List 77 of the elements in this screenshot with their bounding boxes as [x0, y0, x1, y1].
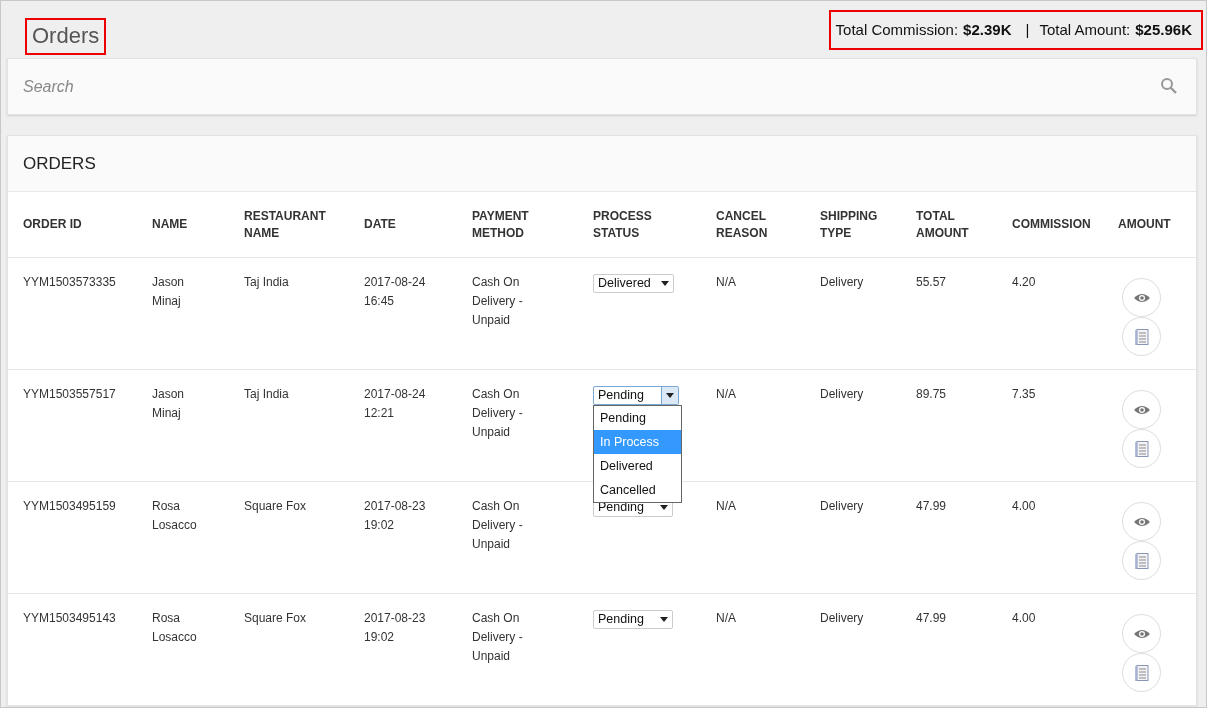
table-cell-text: 2017-08-23 19:02: [364, 610, 427, 646]
table-cell-text: Rosa Losacco: [152, 610, 198, 646]
eye-icon: [1133, 404, 1150, 415]
table-cell-text: Jason Minaj: [152, 386, 186, 422]
table-cell-text: 2017-08-23 19:02: [364, 498, 427, 534]
table-cell-text: N/A: [716, 498, 737, 515]
table-cell-text: Taj India: [244, 386, 290, 403]
table-cell-text: YYM1503495143: [23, 610, 117, 627]
view-button[interactable]: [1122, 278, 1161, 317]
caret-icon: [660, 281, 669, 286]
amount-value: $25.96K: [1135, 20, 1192, 39]
column-header: AMOUNT: [1118, 216, 1172, 233]
table-cell-text: YYM1503573335: [23, 274, 117, 291]
column-header: PROCESS STATUS: [593, 207, 653, 242]
table-cell-text: Cash On Delivery - Unpaid: [472, 610, 524, 665]
table-cell-text: Cash On Delivery - Unpaid: [472, 386, 524, 441]
page-title: Orders: [25, 18, 107, 55]
table-cell-text: YYM1503557517: [23, 386, 117, 403]
view-button[interactable]: [1122, 502, 1161, 541]
column-header: DATE: [364, 216, 397, 233]
document-icon: [1134, 664, 1149, 681]
column-header: NAME: [152, 216, 189, 233]
column-header: ORDER ID: [23, 216, 83, 233]
table-cell-text: 2017-08-24 12:21: [364, 386, 427, 422]
document-icon: [1134, 440, 1149, 457]
table-cell-text: Square Fox: [244, 498, 308, 515]
table-cell-text: 7.35: [1012, 386, 1037, 403]
document-icon: [1134, 328, 1149, 345]
status-dropdown[interactable]: Delivered: [593, 274, 674, 293]
column-header: RESTAURANT NAME: [244, 207, 327, 242]
table-cell-text: N/A: [716, 386, 737, 403]
caret-icon: [660, 505, 668, 510]
table-cell-text: Delivery: [820, 274, 865, 291]
column-header: COMMISSION: [1012, 216, 1092, 233]
table-cell-text: 4.20: [1012, 274, 1037, 291]
table-cell-text: 47.99: [916, 610, 948, 627]
table-cell-text: Rosa Losacco: [152, 498, 198, 534]
dropdown-option[interactable]: Pending: [594, 406, 681, 430]
column-header: PAYMENT METHOD: [472, 207, 530, 242]
search-field[interactable]: Search: [7, 58, 1197, 115]
commission-value: $2.39K: [963, 20, 1012, 39]
table-cell-text: Square Fox: [244, 610, 308, 627]
table-cell-text: Taj India: [244, 274, 290, 291]
table-cell-text: N/A: [716, 274, 737, 291]
search-icon: [1160, 77, 1178, 95]
table-cell-text: N/A: [716, 610, 737, 627]
table-cell-text: YYM1503495159: [23, 498, 117, 515]
table-cell-text: 89.75: [916, 386, 948, 403]
status-dropdown[interactable]: Pending: [593, 386, 679, 405]
table-cell-text: 4.00: [1012, 610, 1037, 627]
commission-label: Total Commission:: [835, 20, 959, 39]
table-cell-text: Jason Minaj: [152, 274, 186, 310]
document-icon: [1134, 552, 1149, 569]
table-cell-text: 2017-08-24 16:45: [364, 274, 427, 310]
caret-icon: [660, 617, 668, 622]
caret-icon: [666, 393, 674, 398]
view-button[interactable]: [1122, 614, 1161, 653]
table-cell-text: Cash On Delivery - Unpaid: [472, 498, 524, 553]
column-header: CANCEL REASON: [716, 207, 769, 242]
column-header: SHIPPING TYPE: [820, 207, 879, 242]
table-cell-text: Delivery: [820, 386, 865, 403]
eye-icon: [1133, 292, 1150, 303]
separator: |: [1025, 20, 1030, 39]
eye-icon: [1133, 516, 1150, 527]
table-cell-text: 47.99: [916, 498, 948, 515]
table-cell-text: Delivery: [820, 498, 865, 515]
eye-icon: [1133, 628, 1150, 639]
table-cell-text: Delivery: [820, 610, 865, 627]
amount-label: Total Amount:: [1039, 20, 1131, 39]
column-header: TOTAL AMOUNT: [916, 207, 970, 242]
status-dropdown[interactable]: Pending: [593, 610, 673, 629]
panel-title: ORDERS: [23, 153, 96, 174]
table-cell-text: 4.00: [1012, 498, 1037, 515]
table-cell-text: Cash On Delivery - Unpaid: [472, 274, 524, 329]
view-button[interactable]: [1122, 390, 1161, 429]
dropdown-option[interactable]: Delivered: [594, 454, 681, 478]
table-cell-text: 55.57: [916, 274, 948, 291]
